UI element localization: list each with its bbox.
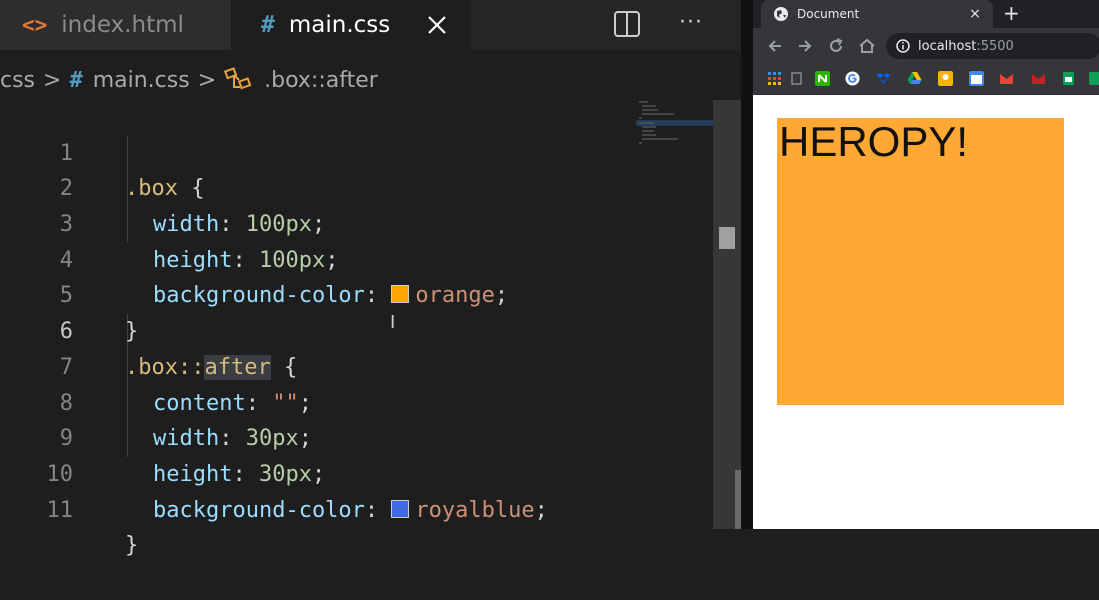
browser-toolbar: localhost:5500 <box>753 28 1099 64</box>
dropbox-icon[interactable] <box>876 71 891 86</box>
google-keep-icon[interactable] <box>938 71 953 86</box>
more-actions-button[interactable]: ··· <box>674 8 708 38</box>
apps-grid-icon[interactable] <box>767 71 782 86</box>
browser-window: Document × + localhost:5500 HEROPY! <box>753 0 1099 529</box>
code-colon: : <box>364 497 392 523</box>
tab-main-css[interactable]: # main.css <box>231 0 471 50</box>
back-arrow-icon[interactable] <box>765 36 785 56</box>
vertical-scrollbar[interactable] <box>713 100 741 529</box>
code-line: 11 } <box>0 457 713 559</box>
chevron-right-icon: > <box>197 67 217 93</box>
reload-icon[interactable] <box>826 36 846 56</box>
google-icon[interactable] <box>845 71 860 86</box>
code-line: 3 height: 100px; <box>0 171 713 273</box>
browser-tab-bar: Document × + <box>753 0 1099 28</box>
split-editor-icon[interactable] <box>612 9 642 39</box>
editor-tab-bar: <> index.html # main.css ··· <box>0 0 753 50</box>
code-brace: } <box>125 533 139 559</box>
symbol-class-icon <box>224 67 252 90</box>
address-bar[interactable]: localhost:5500 <box>886 33 1099 59</box>
window-divider[interactable] <box>741 0 753 529</box>
breadcrumb-symbol[interactable]: .box::after <box>264 68 378 93</box>
breadcrumb-file[interactable]: main.css <box>93 68 190 93</box>
code-line: 7 content: ""; <box>0 314 713 416</box>
new-tab-button[interactable]: + <box>1003 2 1020 24</box>
code-property: background-color <box>153 497 365 523</box>
code-line: 1 .box { <box>0 100 713 202</box>
browser-tab-document[interactable]: Document × <box>761 0 993 28</box>
code-line: 4 background-color: orange; <box>0 207 713 309</box>
box-text: HEROPY! <box>779 118 969 165</box>
google-drive-icon[interactable] <box>907 71 922 86</box>
text-cursor-icon: I <box>390 312 396 333</box>
tab-label: main.css <box>288 12 391 38</box>
code-line: 10 background-color: royalblue; <box>0 421 713 523</box>
chevron-right-icon: > <box>43 67 62 93</box>
forward-arrow-icon[interactable] <box>795 36 815 56</box>
code-line: 5 } <box>0 243 713 344</box>
code-semicolon: ; <box>534 497 548 523</box>
code-value: royalblue <box>415 497 535 523</box>
bookmark-icon[interactable] <box>789 71 804 86</box>
tab-label: index.html <box>61 12 184 38</box>
code-line: 9 height: 30px; <box>0 386 713 487</box>
calendar-icon[interactable] <box>969 71 984 86</box>
gmail-icon[interactable] <box>999 71 1014 86</box>
minimap[interactable] <box>636 100 713 144</box>
tab-index-html[interactable]: <> index.html <box>0 0 231 50</box>
page-viewport: HEROPY! <box>753 95 1099 529</box>
url-port: :5500 <box>976 38 1014 54</box>
color-swatch-royalblue[interactable] <box>391 499 410 518</box>
browser-tab-title: Document <box>797 7 860 21</box>
gmail-icon[interactable] <box>1031 71 1046 86</box>
css-file-icon: # <box>261 12 275 38</box>
code-line-active: 6 .box::after { <box>0 278 713 380</box>
css-file-icon: # <box>69 67 83 93</box>
bookmarks-bar <box>753 64 1099 95</box>
code-editor: <> index.html # main.css ··· css > # mai… <box>0 0 753 559</box>
google-sheets-icon[interactable] <box>1087 71 1099 86</box>
close-tab-icon[interactable] <box>421 9 453 41</box>
globe-icon <box>774 7 788 21</box>
html-file-icon: <> <box>22 13 48 37</box>
breadcrumb: css > # main.css > .box::after <box>0 62 378 98</box>
breadcrumb-folder[interactable]: css <box>0 68 35 93</box>
google-sheets-icon[interactable] <box>1061 71 1076 86</box>
code-area[interactable]: 1 .box { 2 width: 100px; 3 height: 100px… <box>0 100 713 559</box>
line-number: 11 <box>46 497 74 523</box>
scrollbar-thumb[interactable] <box>713 100 741 529</box>
close-icon[interactable]: × <box>967 6 983 22</box>
code-line: 8 width: 30px; <box>0 350 713 452</box>
info-icon[interactable] <box>896 39 910 53</box>
scrollbar-cursor-marker <box>719 227 735 249</box>
url-host: localhost <box>918 38 977 54</box>
naver-icon[interactable] <box>815 71 830 86</box>
orange-box: HEROPY! <box>777 118 1064 405</box>
code-line: 2 width: 100px; <box>0 136 713 237</box>
home-icon[interactable] <box>857 36 877 56</box>
